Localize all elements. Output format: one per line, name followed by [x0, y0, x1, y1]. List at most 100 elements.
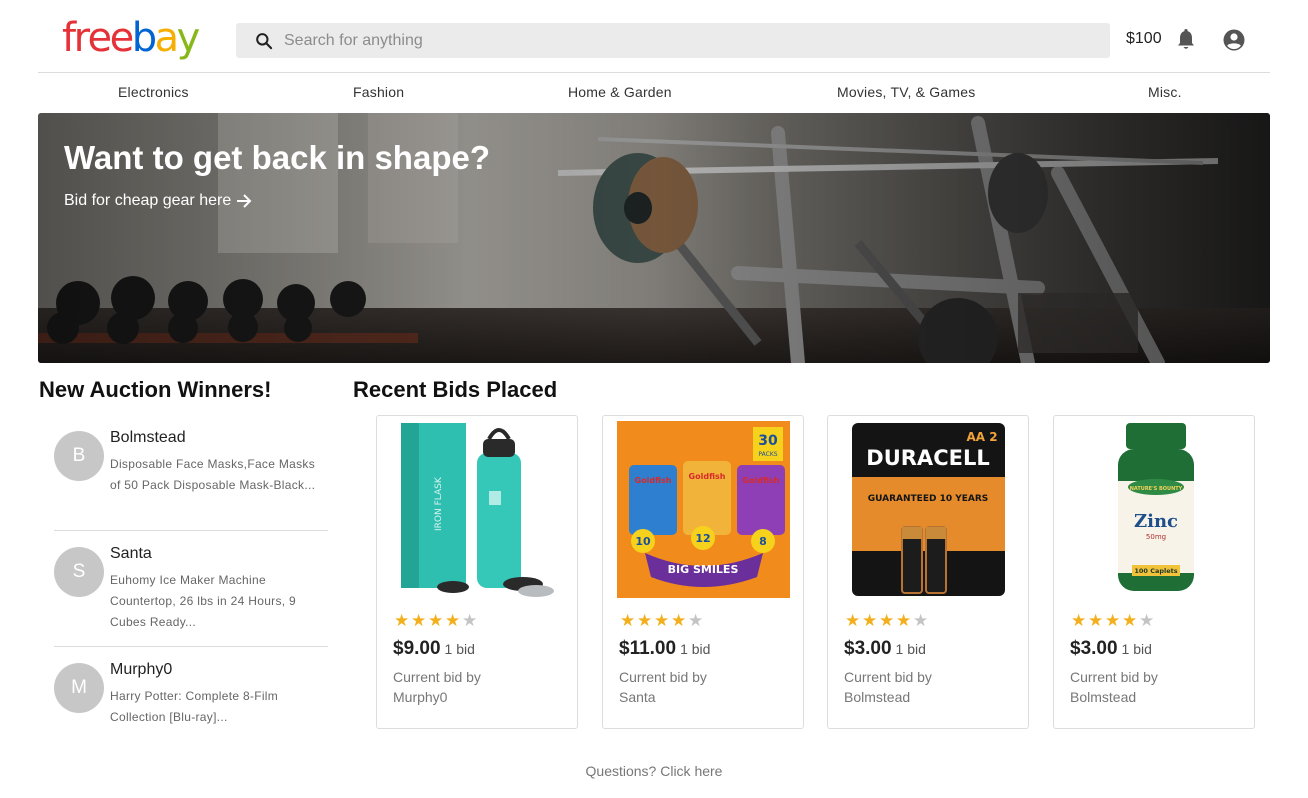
questions-link[interactable]: Questions? Click here — [0, 763, 1308, 779]
zinc-dose-text: 50mg — [1146, 533, 1166, 541]
flask-brand-text: IRON FLASK — [434, 476, 444, 531]
current-bidder: Current bid by Murphy0 — [393, 667, 481, 707]
auction-winners-title: New Auction Winners! — [39, 377, 272, 402]
bidder-name: Bolmstead — [844, 689, 911, 705]
bidder-name: Santa — [619, 689, 656, 705]
winner-item[interactable]: M Murphy0 Harry Potter: Complete 8-Film … — [54, 661, 328, 733]
current-bidder: Current bid by Santa — [619, 667, 707, 707]
bidder-name: Bolmstead — [1070, 689, 1137, 705]
star-filled-icon: ★ — [671, 611, 687, 630]
search-bar[interactable]: Search for anything — [236, 23, 1110, 58]
winner-item-desc[interactable]: Euhomy Ice Maker Machine Countertop, 26 … — [110, 570, 320, 633]
product-image-zinc[interactable]: NATURE'S BOUNTY Zinc 50mg 100 Caplets — [1068, 421, 1241, 598]
winner-item-desc[interactable]: Disposable Face Masks,Face Masks of 50 P… — [110, 454, 320, 496]
avatar: M — [54, 663, 104, 713]
pack-count-badge: 10 — [635, 535, 651, 548]
bell-icon[interactable] — [1176, 28, 1196, 52]
product-image-duracell[interactable]: AA 2 DURACELL GUARANTEED 10 YEARS — [842, 421, 1015, 598]
bid-by-label: Current bid by — [1070, 669, 1158, 685]
star-filled-icon: ★ — [1088, 611, 1104, 630]
winner-item-desc[interactable]: Harry Potter: Complete 8-Film Collection… — [110, 686, 320, 728]
rating-stars: ★ ★ ★ ★ ★ — [845, 612, 930, 629]
winner-name[interactable]: Bolmstead — [110, 429, 186, 447]
current-price: $3.00 1 bid — [844, 638, 926, 660]
bid-card[interactable]: IRON FLASK ★ ★ ★ ★ ★ $9.00 1 bid Current bid … — [376, 415, 578, 729]
duracell-brand-text: DURACELL — [866, 446, 989, 470]
bid-by-label: Current bid by — [619, 669, 707, 685]
rating-stars: ★ ★ ★ ★ ★ — [394, 612, 479, 629]
logo-letter: e — [109, 15, 135, 61]
bid-card[interactable]: 30 PACKS Goldfish Goldfish Goldfish 10 1… — [602, 415, 804, 729]
logo-letter: r — [73, 15, 90, 61]
star-filled-icon: ★ — [637, 611, 653, 630]
flavor-label: Goldfish — [743, 476, 780, 485]
bidder-name: Murphy0 — [393, 689, 448, 705]
duracell-claim-text: GUARANTEED 10 YEARS — [868, 494, 989, 504]
star-empty-icon: ★ — [462, 611, 478, 630]
star-filled-icon: ★ — [845, 611, 861, 630]
hero-banner[interactable]: Want to get back in shape? Bid for cheap… — [38, 113, 1270, 363]
bid-count: 1 bid — [1121, 641, 1152, 657]
hero-link-label[interactable]: Bid for cheap gear here — [64, 192, 231, 210]
bid-count: 1 bid — [680, 641, 711, 657]
star-filled-icon: ★ — [445, 611, 461, 630]
current-price: $11.00 1 bid — [619, 638, 710, 660]
logo-letter: e — [87, 15, 113, 61]
logo-letter: a — [154, 15, 180, 61]
zinc-name-text: Zinc — [1134, 511, 1178, 532]
price-value: $11.00 — [619, 638, 677, 659]
bid-card[interactable]: NATURE'S BOUNTY Zinc 50mg 100 Caplets ★ ★… — [1053, 415, 1255, 729]
arrow-right-icon[interactable] — [235, 193, 253, 209]
banner-text: BIG SMILES — [668, 563, 739, 576]
bid-by-label: Current bid by — [844, 669, 932, 685]
bid-count: 1 bid — [895, 641, 926, 657]
star-empty-icon: ★ — [1139, 611, 1155, 630]
bid-count: 1 bid — [444, 641, 475, 657]
category-movies-tv-games[interactable]: Movies, TV, & Games — [837, 84, 975, 100]
category-fashion[interactable]: Fashion — [353, 84, 404, 100]
rating-stars: ★ ★ ★ ★ ★ — [1071, 612, 1156, 629]
logo-letter: b — [131, 15, 157, 61]
category-misc[interactable]: Misc. — [1148, 84, 1182, 100]
price-value: $9.00 — [393, 638, 441, 659]
pack-count-badge: 12 — [695, 532, 710, 545]
winner-name[interactable]: Murphy0 — [110, 661, 172, 679]
star-filled-icon: ★ — [428, 611, 444, 630]
star-filled-icon: ★ — [879, 611, 895, 630]
product-image-water-bottle[interactable]: IRON FLASK — [391, 421, 564, 598]
star-empty-icon: ★ — [913, 611, 929, 630]
current-bidder: Current bid by Bolmstead — [1070, 667, 1158, 707]
star-filled-icon: ★ — [620, 611, 636, 630]
pack-label-text: PACKS — [758, 451, 777, 458]
search-icon[interactable] — [254, 31, 274, 51]
current-price: $9.00 1 bid — [393, 638, 475, 660]
zinc-brand-text: NATURE'S BOUNTY — [1130, 486, 1183, 492]
account-icon[interactable] — [1222, 28, 1246, 52]
hero-link[interactable]: Bid for cheap gear here — [64, 192, 253, 210]
logo-letter: y — [176, 15, 201, 61]
star-filled-icon: ★ — [1105, 611, 1121, 630]
flavor-label: Goldfish — [689, 472, 726, 481]
logo-letter: f — [62, 15, 76, 61]
price-value: $3.00 — [844, 638, 892, 659]
category-electronics[interactable]: Electronics — [118, 84, 189, 100]
header: freebay Search for anything $100 — [0, 0, 1308, 72]
winner-item[interactable]: S Santa Euhomy Ice Maker Machine Counter… — [54, 545, 328, 637]
star-filled-icon: ★ — [1071, 611, 1087, 630]
winner-name[interactable]: Santa — [110, 545, 152, 563]
rating-stars: ★ ★ ★ ★ ★ — [620, 612, 705, 629]
star-filled-icon: ★ — [654, 611, 670, 630]
avatar: B — [54, 431, 104, 481]
search-input[interactable]: Search for anything — [284, 32, 423, 50]
bid-card[interactable]: AA 2 DURACELL GUARANTEED 10 YEARS ★ ★ ★ ★ ★ … — [827, 415, 1029, 729]
recent-bids-title: Recent Bids Placed — [353, 377, 558, 402]
pack-count-badge: 8 — [759, 535, 767, 548]
winner-item[interactable]: B Bolmstead Disposable Face Masks,Face M… — [54, 429, 328, 521]
product-image-goldfish[interactable]: 30 PACKS Goldfish Goldfish Goldfish 10 1… — [617, 421, 790, 598]
header-divider — [38, 72, 1270, 73]
category-home-garden[interactable]: Home & Garden — [568, 84, 672, 100]
battery-size-text: AA 2 — [966, 430, 997, 444]
star-filled-icon: ★ — [411, 611, 427, 630]
freebay-logo[interactable]: freebay — [62, 14, 201, 62]
flavor-label: Goldfish — [635, 476, 672, 485]
